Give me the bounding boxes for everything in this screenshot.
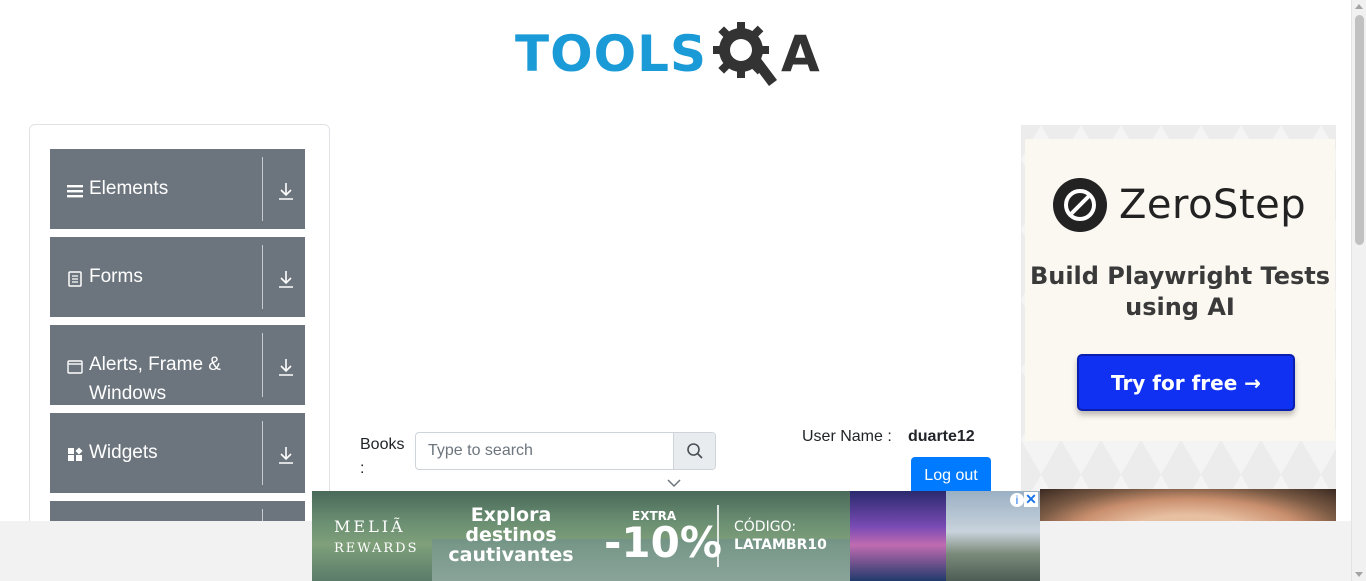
divider: [262, 245, 263, 309]
group-label: Elements: [89, 178, 169, 199]
zerostep-logo: ZeroStep: [1053, 178, 1306, 232]
user-name-value: duarte12: [908, 428, 975, 445]
group-forms[interactable]: Forms: [50, 237, 305, 317]
download-icon[interactable]: [277, 269, 295, 289]
close-icon[interactable]: ✕: [1024, 492, 1038, 507]
gear-magnifier-icon: [713, 22, 777, 86]
search-button[interactable]: [673, 433, 715, 469]
divider: [262, 157, 263, 221]
ad-image-partial: [1040, 489, 1336, 521]
left-panel: Elements Forms Alerts, Frame & Windows W…: [29, 124, 330, 544]
banner-headline: Explora destinos cautivantes: [448, 504, 574, 566]
download-icon[interactable]: [277, 357, 295, 377]
divider: [262, 421, 263, 485]
adchoices-icon[interactable]: i: [1010, 493, 1024, 507]
widgets-icon: [68, 447, 83, 461]
group-label: Forms: [89, 266, 143, 287]
group-label: Widgets: [89, 442, 158, 463]
user-name-label: User Name :: [802, 428, 892, 445]
search-icon: [686, 443, 703, 459]
zerostep-mark-icon: [1053, 178, 1107, 232]
page-scrollbar[interactable]: [1351, 0, 1366, 581]
download-icon[interactable]: [277, 445, 295, 465]
side-advertisement[interactable]: ZeroStep Build Playwright Tests using AI…: [1021, 125, 1336, 505]
scroll-thumb[interactable]: [1355, 15, 1364, 245]
banner-brand-sub: REWARDS: [334, 541, 419, 556]
ad-card: ZeroStep Build Playwright Tests using AI…: [1025, 139, 1335, 441]
divider: [262, 333, 263, 397]
logo-a-text: A: [781, 25, 820, 83]
ad-brand: ZeroStep: [1119, 182, 1307, 228]
banner-brand: MELIÃ: [334, 517, 406, 536]
ad-tagline: Build Playwright Tests using AI: [1029, 262, 1331, 321]
books-label: Books :: [360, 436, 405, 477]
group-alerts[interactable]: Alerts, Frame & Windows: [50, 325, 305, 405]
banner-code: LATAMBR10: [734, 537, 827, 553]
banner-discount: -10%: [604, 518, 722, 567]
search-box: [415, 432, 716, 470]
group-elements[interactable]: Elements: [50, 149, 305, 229]
chevron-down-icon: [667, 479, 681, 488]
logout-button[interactable]: Log out: [911, 457, 991, 495]
group-label: Alerts, Frame & Windows: [89, 354, 221, 404]
scroll-down-arrow-icon[interactable]: [1355, 572, 1363, 577]
download-icon[interactable]: [277, 181, 295, 201]
logo-tools-text: TOOLS: [515, 25, 707, 83]
search-input[interactable]: [416, 433, 673, 469]
ad-cta-button[interactable]: Try for free →: [1077, 354, 1295, 411]
banner-advertisement[interactable]: MELIÃ REWARDS Explora destinos cautivant…: [312, 491, 1040, 581]
banner-photo-city: [850, 491, 946, 581]
banner-divider: [717, 505, 719, 567]
scroll-up-arrow-icon[interactable]: [1355, 4, 1363, 9]
banner-code-label: CÓDIGO:: [734, 519, 797, 535]
toolsqa-logo[interactable]: TOOLS A: [515, 16, 820, 92]
hamburger-icon: [67, 185, 83, 198]
window-icon: [67, 360, 83, 374]
group-widgets[interactable]: Widgets: [50, 413, 305, 493]
document-icon: [68, 271, 82, 287]
logo-qa: A: [711, 16, 820, 92]
